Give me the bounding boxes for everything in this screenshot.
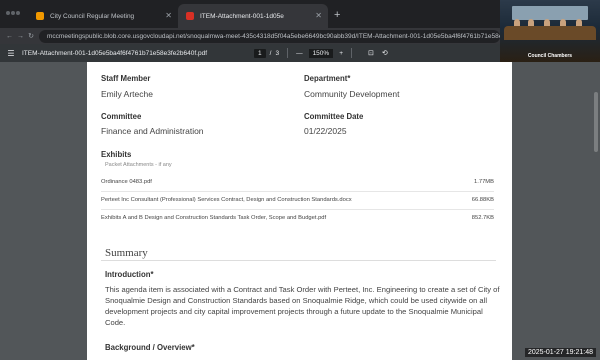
forward-arrow-icon[interactable]: → bbox=[17, 33, 24, 40]
zoom-out-button[interactable]: — bbox=[296, 50, 303, 57]
toolbar-divider bbox=[287, 48, 289, 58]
site-favicon-icon bbox=[36, 12, 44, 20]
council-dais bbox=[504, 26, 596, 40]
hamburger-menu-icon[interactable]: ☰ bbox=[0, 49, 22, 58]
recording-timestamp: 2025-01-27 19:21:48 bbox=[525, 348, 596, 357]
page-indicator: 1 / 3 bbox=[254, 48, 280, 58]
camera-feed: Council Chambers bbox=[500, 0, 600, 62]
exhibit-row[interactable]: Perteet Inc Consultant (Professional) Se… bbox=[101, 197, 494, 203]
exhibit-row[interactable]: Exhibits A and B Design and Construction… bbox=[101, 215, 494, 221]
page-separator: / bbox=[269, 49, 272, 57]
tab-council-meeting[interactable]: City Council Regular Meeting ✕ bbox=[28, 4, 178, 28]
screen: City Council Regular Meeting ✕ ITEM-Atta… bbox=[0, 0, 600, 360]
tab-attachment-pdf[interactable]: ITEM-Attachment-001-1d05e ✕ bbox=[178, 4, 328, 28]
close-tab-icon[interactable]: ✕ bbox=[165, 11, 172, 20]
exhibit-filename[interactable]: Exhibits A and B Design and Construction… bbox=[101, 215, 326, 221]
committee-date-label: Committee Date bbox=[304, 112, 364, 121]
scrollbar-thumb[interactable] bbox=[594, 92, 598, 152]
zoom-controls: — 150% + bbox=[296, 48, 343, 58]
exhibit-filename[interactable]: Ordinance 0483.pdf bbox=[101, 179, 152, 185]
committee-date-value: 01/22/2025 bbox=[304, 126, 347, 136]
room-screen bbox=[512, 6, 588, 20]
background-overview-label: Background / Overview* bbox=[105, 343, 195, 352]
exhibit-filename[interactable]: Perteet Inc Consultant (Professional) Se… bbox=[101, 197, 352, 203]
introduction-label: Introduction* bbox=[105, 270, 154, 279]
summary-rule bbox=[101, 260, 496, 261]
exhibit-size: 66.88KB bbox=[471, 197, 494, 203]
committee-label: Committee bbox=[101, 112, 142, 121]
url-field[interactable]: mccmeetingspublic.blob.core.usgovcloudap… bbox=[39, 29, 500, 43]
scrollbar[interactable] bbox=[594, 62, 598, 360]
camera-label: Council Chambers bbox=[527, 53, 573, 59]
staff-member-label: Staff Member bbox=[101, 74, 151, 83]
reload-icon[interactable]: ↻ bbox=[28, 32, 34, 40]
summary-heading: Summary bbox=[105, 247, 148, 259]
divider bbox=[101, 209, 494, 210]
rotate-icon[interactable]: ⟲ bbox=[382, 49, 388, 57]
back-arrow-icon[interactable]: ← bbox=[6, 33, 13, 40]
browser-tab-strip: City Council Regular Meeting ✕ ITEM-Atta… bbox=[0, 0, 500, 28]
fit-page-icon[interactable]: ⊡ bbox=[368, 49, 374, 57]
close-tab-icon[interactable]: ✕ bbox=[315, 11, 322, 20]
address-bar-row: ← → ↻ mccmeetingspublic.blob.core.usgovc… bbox=[0, 28, 500, 44]
window-controls[interactable] bbox=[6, 11, 20, 19]
department-value: Community Development bbox=[304, 89, 400, 99]
exhibit-row[interactable]: Ordinance 0483.pdf 1.77MB bbox=[101, 179, 494, 185]
tab-title: City Council Regular Meeting bbox=[50, 12, 135, 20]
divider bbox=[101, 191, 494, 192]
page-total: 3 bbox=[275, 49, 280, 57]
department-label: Department* bbox=[304, 74, 351, 83]
exhibits-subtitle: Packet Attachments - if any bbox=[105, 162, 172, 168]
exhibits-label: Exhibits bbox=[101, 150, 132, 159]
page-number-input[interactable]: 1 bbox=[254, 48, 266, 58]
staff-member-value: Emily Arteche bbox=[101, 89, 153, 99]
new-tab-button[interactable]: + bbox=[328, 4, 340, 28]
zoom-in-button[interactable]: + bbox=[339, 50, 343, 57]
exhibit-size: 852.7KB bbox=[471, 215, 494, 221]
pdf-page: Staff Member Emily Arteche Department* C… bbox=[87, 62, 512, 360]
pdf-filename: ITEM-Attachment-001-1d05e5ba4f6f4761b71e… bbox=[22, 49, 208, 57]
exhibit-size: 1.77MB bbox=[474, 179, 494, 185]
zoom-level[interactable]: 150% bbox=[308, 48, 334, 58]
pdf-favicon-icon bbox=[186, 12, 194, 20]
toolbar-divider bbox=[350, 48, 352, 58]
committee-value: Finance and Administration bbox=[101, 126, 204, 136]
introduction-text: This agenda item is associated with a Co… bbox=[105, 285, 500, 327]
tab-title: ITEM-Attachment-001-1d05e bbox=[200, 12, 284, 20]
pdf-document-area[interactable]: Staff Member Emily Arteche Department* C… bbox=[0, 62, 600, 360]
